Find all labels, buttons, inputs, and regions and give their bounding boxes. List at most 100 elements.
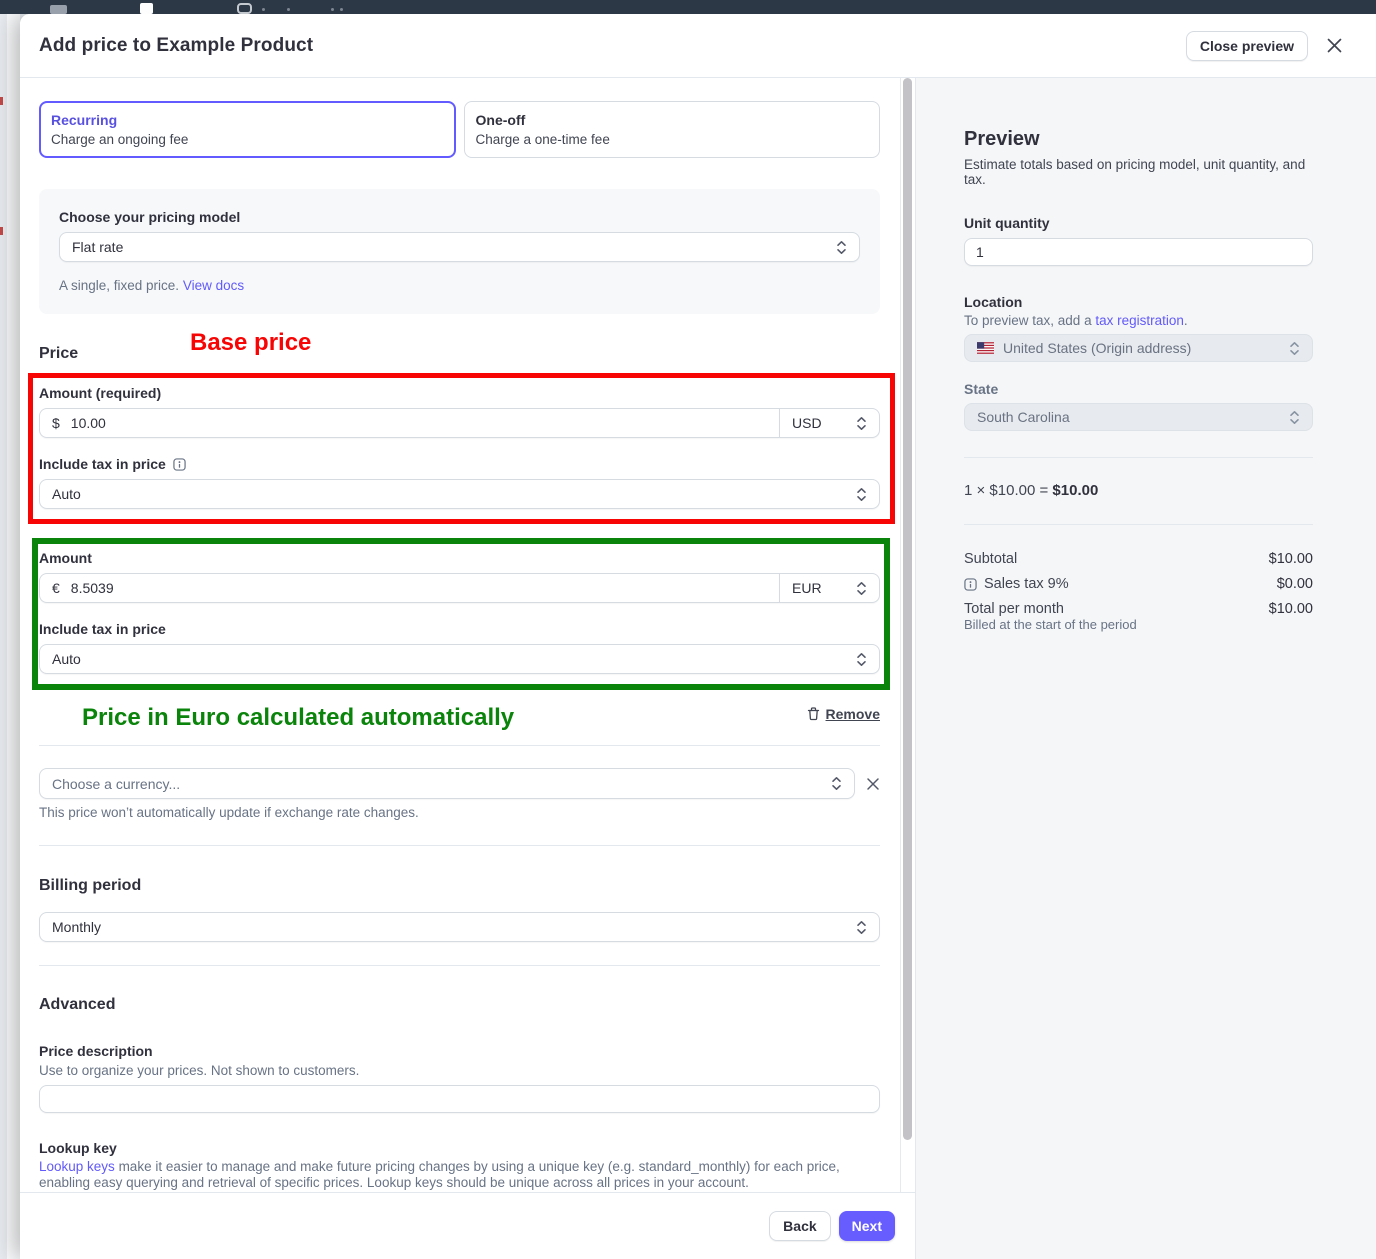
topbar-icon-fragment	[50, 5, 67, 14]
preview-panel: Preview Estimate totals based on pricing…	[915, 78, 1376, 1259]
country-select: United States (Origin address)	[964, 334, 1313, 362]
close-preview-button[interactable]: Close preview	[1186, 31, 1308, 61]
divider	[39, 745, 880, 746]
euro-tax-value: Auto	[52, 651, 81, 667]
choose-currency-placeholder: Choose a currency...	[52, 776, 180, 792]
location-help-prefix: To preview tax, add a	[964, 313, 1095, 328]
browser-topbar	[0, 0, 1376, 14]
base-tax-select[interactable]: Auto	[39, 479, 880, 509]
base-amount-input[interactable]	[71, 415, 767, 431]
close-icon	[1326, 37, 1343, 54]
pricing-model-select[interactable]: Flat rate	[59, 232, 860, 262]
price-description-help: Use to organize your prices. Not shown t…	[39, 1063, 880, 1079]
lookup-keys-link[interactable]: Lookup keys	[39, 1159, 115, 1174]
next-button[interactable]: Next	[839, 1211, 895, 1241]
subtotal-row: Subtotal $10.00	[964, 551, 1313, 567]
pricing-model-help-text: A single, fixed price.	[59, 278, 183, 293]
price-description-label: Price description	[39, 1043, 880, 1059]
clear-currency-button[interactable]	[866, 777, 880, 791]
country-value: United States (Origin address)	[1003, 340, 1191, 356]
divider	[39, 965, 880, 966]
form-footer: Back Next	[20, 1192, 915, 1259]
choose-currency-select[interactable]: Choose a currency...	[39, 768, 855, 799]
state-label: State	[964, 381, 1313, 397]
topbar-favicon-fragment	[140, 3, 153, 14]
euro-annotation-row: Price in Euro calculated automatically R…	[39, 704, 880, 732]
billing-period-heading: Billing period	[39, 877, 880, 895]
calculation-prefix: 1 × $10.00 =	[964, 482, 1052, 499]
include-tax-label-2: Include tax in price	[39, 621, 880, 637]
add-currency-row: Choose a currency...	[39, 768, 880, 799]
modal-header: Add price to Example Product Close previ…	[20, 14, 1376, 78]
price-type-cards: Recurring Charge an ongoing fee One-off …	[39, 101, 880, 158]
scrollbar-thumb[interactable]	[903, 78, 912, 1140]
preview-heading: Preview	[964, 128, 1313, 151]
include-tax-label-text: Include tax in price	[39, 456, 166, 472]
billing-note: Billed at the start of the period	[964, 617, 1313, 632]
topbar-dot	[331, 8, 334, 11]
remove-currency-link[interactable]: Remove	[807, 706, 880, 722]
state-value: South Carolina	[977, 409, 1070, 425]
chevron-updown-icon	[831, 776, 842, 791]
base-currency-code: USD	[792, 415, 822, 431]
unit-quantity-input[interactable]	[964, 238, 1313, 266]
scrollbar-track[interactable]	[901, 78, 915, 1192]
include-tax-label: Include tax in price	[39, 456, 880, 472]
euro-currency-select[interactable]: EUR	[779, 573, 880, 603]
form-scroll-region: Recurring Charge an ongoing fee One-off …	[20, 78, 901, 1192]
info-icon[interactable]	[173, 458, 186, 471]
annotation-green-box: Amount € EUR	[32, 538, 890, 690]
chevron-updown-icon	[856, 416, 867, 431]
pricing-model-box: Choose your pricing model Flat rate A si…	[39, 189, 880, 314]
view-docs-link[interactable]: View docs	[183, 278, 244, 293]
remove-label: Remove	[826, 706, 880, 722]
pricing-model-label: Choose your pricing model	[59, 209, 860, 225]
one-off-card-title: One-off	[476, 112, 869, 128]
add-price-modal: Add price to Example Product Close previ…	[20, 14, 1376, 1259]
recurring-card[interactable]: Recurring Charge an ongoing fee	[39, 101, 456, 158]
billing-period-select[interactable]: Monthly	[39, 912, 880, 942]
calculation-line: 1 × $10.00 = $10.00	[964, 482, 1313, 499]
one-off-card[interactable]: One-off Charge a one-time fee	[464, 101, 881, 158]
state-select: South Carolina	[964, 403, 1313, 431]
total-label: Total per month	[964, 601, 1064, 617]
euro-symbol: €	[52, 580, 60, 596]
sales-tax-value: $0.00	[1277, 576, 1313, 592]
currency-note: This price won’t automatically update if…	[39, 805, 880, 821]
us-flag-icon	[977, 342, 994, 354]
annotation-red-box: Amount (required) $ USD	[28, 373, 895, 524]
divider	[964, 524, 1313, 525]
price-description-input[interactable]	[39, 1085, 880, 1113]
euro-amount-input[interactable]	[71, 580, 767, 596]
chevron-updown-icon	[1289, 341, 1300, 356]
billing-period-value: Monthly	[52, 919, 101, 935]
background-text-fragment	[0, 227, 3, 235]
base-amount-input-wrap: $	[39, 408, 779, 438]
sales-tax-row: Sales tax 9% $0.00	[964, 576, 1313, 592]
info-icon[interactable]	[964, 578, 977, 591]
lookup-key-help-text: make it easier to manage and make future…	[39, 1159, 840, 1190]
base-currency-select[interactable]: USD	[779, 408, 880, 438]
modal-title: Add price to Example Product	[39, 35, 313, 57]
topbar-dot	[262, 8, 265, 11]
modal-body: Recurring Charge an ongoing fee One-off …	[20, 78, 1376, 1259]
total-row: Total per month $10.00	[964, 601, 1313, 617]
chevron-updown-icon	[856, 487, 867, 502]
euro-amount-group: € EUR	[39, 573, 880, 603]
base-amount-group: $ USD	[39, 408, 880, 438]
subtotal-label: Subtotal	[964, 551, 1017, 567]
back-button[interactable]: Back	[769, 1211, 830, 1241]
pricing-model-help: A single, fixed price. View docs	[59, 278, 860, 294]
amount-label: Amount	[39, 550, 880, 566]
clear-icon	[866, 777, 880, 791]
header-actions: Close preview	[1186, 31, 1343, 61]
euro-tax-select[interactable]: Auto	[39, 644, 880, 674]
divider	[39, 845, 880, 846]
trash-icon	[807, 707, 820, 721]
tax-registration-link[interactable]: tax registration	[1095, 313, 1184, 328]
recurring-card-description: Charge an ongoing fee	[51, 132, 444, 147]
close-modal-button[interactable]	[1326, 37, 1343, 54]
location-label: Location	[964, 294, 1313, 310]
one-off-card-description: Charge a one-time fee	[476, 132, 869, 147]
pricing-model-value: Flat rate	[72, 239, 123, 255]
